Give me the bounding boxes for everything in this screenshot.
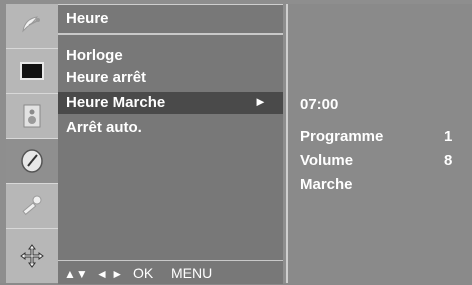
- clock-icon: [19, 148, 45, 174]
- key-icon: [19, 193, 45, 219]
- satellite-dish-icon: [19, 13, 45, 39]
- category-time[interactable]: [6, 139, 58, 184]
- menu-item-horloge[interactable]: Horloge: [58, 45, 283, 67]
- menu-item-heure-arret[interactable]: Heure arrêt: [58, 67, 283, 89]
- left-right-arrows-icon: ◄ ►: [96, 267, 124, 281]
- category-lock[interactable]: [6, 184, 58, 229]
- category-icon-strip: [6, 4, 58, 283]
- category-sound[interactable]: [6, 94, 58, 139]
- programme-label: Programme: [300, 128, 384, 145]
- category-setup[interactable]: [6, 4, 58, 49]
- menu-item-heure-marche[interactable]: Heure Marche ►: [58, 92, 283, 114]
- menu-title-bar: Heure: [58, 5, 283, 35]
- category-special[interactable]: [6, 229, 58, 283]
- menu-item-label: Heure arrêt: [66, 69, 147, 86]
- screen-icon: [19, 58, 45, 84]
- menu-title: Heure: [66, 10, 109, 27]
- menu-item-label: Arrêt auto.: [66, 119, 142, 136]
- speaker-icon: [19, 103, 45, 129]
- volume-value[interactable]: 8: [444, 152, 452, 169]
- menu-hint: MENU: [171, 265, 213, 281]
- ok-hint: OK: [133, 265, 154, 281]
- marche-label: Marche: [300, 176, 353, 193]
- programme-value[interactable]: 1: [444, 128, 452, 145]
- on-time-value[interactable]: 07:00: [300, 96, 338, 113]
- volume-label: Volume: [300, 152, 354, 169]
- arrows-icon: [19, 243, 45, 269]
- menu-item-label: Heure Marche: [66, 94, 166, 111]
- up-down-arrows-icon: ▲▼: [64, 267, 88, 281]
- navigation-hints: ▲▼ ◄ ► OK MENU: [58, 260, 283, 285]
- category-picture[interactable]: [6, 49, 58, 94]
- submenu-arrow-icon: ►: [254, 94, 267, 109]
- heure-marche-submenu: 07:00 Programme 1 Volume 8 Marche: [286, 4, 472, 283]
- time-menu-panel: Heure Horloge Heure arrêt Heure Marche ►…: [58, 4, 283, 284]
- menu-item-arret-auto[interactable]: Arrêt auto.: [58, 117, 283, 139]
- menu-item-label: Horloge: [66, 47, 123, 64]
- tv-osd-screen: Heure Horloge Heure arrêt Heure Marche ►…: [0, 0, 472, 284]
